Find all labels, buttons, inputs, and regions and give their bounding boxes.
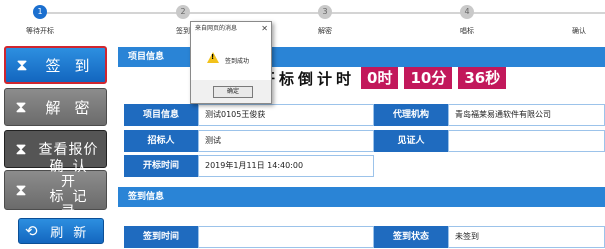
confirm-record-label: 确认开 标记录 bbox=[31, 160, 106, 220]
dialog-message: 签到成功 bbox=[225, 58, 250, 65]
sign-status-label: 签到状态 bbox=[374, 226, 448, 248]
step-1-dot: 1 bbox=[33, 5, 47, 19]
step-3-dot: 3 bbox=[318, 5, 332, 19]
countdown: 开标倒计时 0时 10分 36秒 bbox=[260, 67, 512, 89]
step-4: 4 唱标 bbox=[437, 5, 497, 36]
confirm-record-button[interactable]: ⧗ 确认开 标记录 bbox=[4, 160, 107, 220]
open-time-label: 开标时间 bbox=[124, 155, 198, 177]
view-quote-label: 查看报价 bbox=[38, 142, 99, 158]
agency-label: 代理机构 bbox=[374, 104, 448, 126]
project-value: 测试0105王俊获 bbox=[198, 104, 374, 126]
sign-in-label: 签到 bbox=[45, 56, 104, 75]
sign-time-value bbox=[198, 226, 374, 248]
agency-value: 青岛福莱易通软件有限公司 bbox=[448, 104, 605, 126]
open-time-value: 2019年1月11日 14:40:00 bbox=[198, 155, 374, 177]
step-2-dot: 2 bbox=[176, 5, 190, 19]
step-4-label: 唱标 bbox=[460, 27, 474, 35]
step-3: 3 解密 bbox=[295, 5, 355, 36]
refresh-icon: ⟲ bbox=[25, 222, 38, 240]
tenderer-label: 招标人 bbox=[124, 130, 198, 152]
witness-label: 见证人 bbox=[374, 130, 448, 152]
step-5-label: 确认 bbox=[572, 27, 586, 35]
tenderer-value: 测试 bbox=[198, 130, 374, 152]
countdown-hours: 0时 bbox=[361, 67, 399, 89]
decrypt-label: 解密 bbox=[45, 98, 104, 117]
progress-bar: 1 等待开标 2 签到 3 解密 4 唱标 确认 bbox=[0, 0, 605, 40]
dialog-titlebar: 来自网页的消息 ✕ bbox=[191, 22, 271, 36]
dialog-title: 来自网页的消息 bbox=[195, 25, 238, 32]
countdown-seconds: 36秒 bbox=[458, 67, 507, 89]
sign-status-value: 未签到 bbox=[448, 226, 605, 248]
project-label: 项目信息 bbox=[124, 104, 198, 126]
step-5: 确认 bbox=[572, 5, 602, 36]
hourglass-icon: ⧗ bbox=[15, 139, 27, 158]
confirm-line-2: 标记录 bbox=[49, 189, 96, 220]
hourglass-icon: ⧗ bbox=[16, 55, 28, 74]
ok-button[interactable]: 确定 bbox=[213, 86, 253, 98]
refresh-label: 刷新 bbox=[50, 225, 97, 241]
signin-section-header: 签到信息 bbox=[118, 187, 605, 207]
step-4-dot: 4 bbox=[460, 5, 474, 19]
countdown-minutes: 10分 bbox=[404, 67, 453, 89]
step-3-label: 解密 bbox=[318, 27, 332, 35]
countdown-label: 开标倒计时 bbox=[260, 69, 356, 88]
decrypt-button[interactable]: ⧗ 解密 bbox=[4, 88, 107, 126]
hourglass-icon: ⧗ bbox=[15, 97, 27, 116]
hourglass-icon: ⧗ bbox=[15, 180, 27, 199]
step-1: 1 等待开标 bbox=[10, 5, 70, 36]
dialog-body: ! 签到成功 bbox=[191, 36, 271, 80]
warning-icon: ! bbox=[207, 52, 219, 63]
sign-time-label: 签到时间 bbox=[124, 226, 198, 248]
refresh-button[interactable]: ⟲ 刷新 bbox=[18, 218, 104, 244]
alert-dialog: 来自网页的消息 ✕ ! 签到成功 确定 bbox=[190, 21, 272, 104]
witness-value bbox=[448, 130, 605, 152]
close-icon[interactable]: ✕ bbox=[261, 22, 268, 36]
confirm-line-1: 确认开 bbox=[49, 159, 96, 190]
sign-in-button[interactable]: ⧗ 签到 bbox=[4, 46, 107, 84]
step-1-label: 等待开标 bbox=[26, 27, 54, 35]
